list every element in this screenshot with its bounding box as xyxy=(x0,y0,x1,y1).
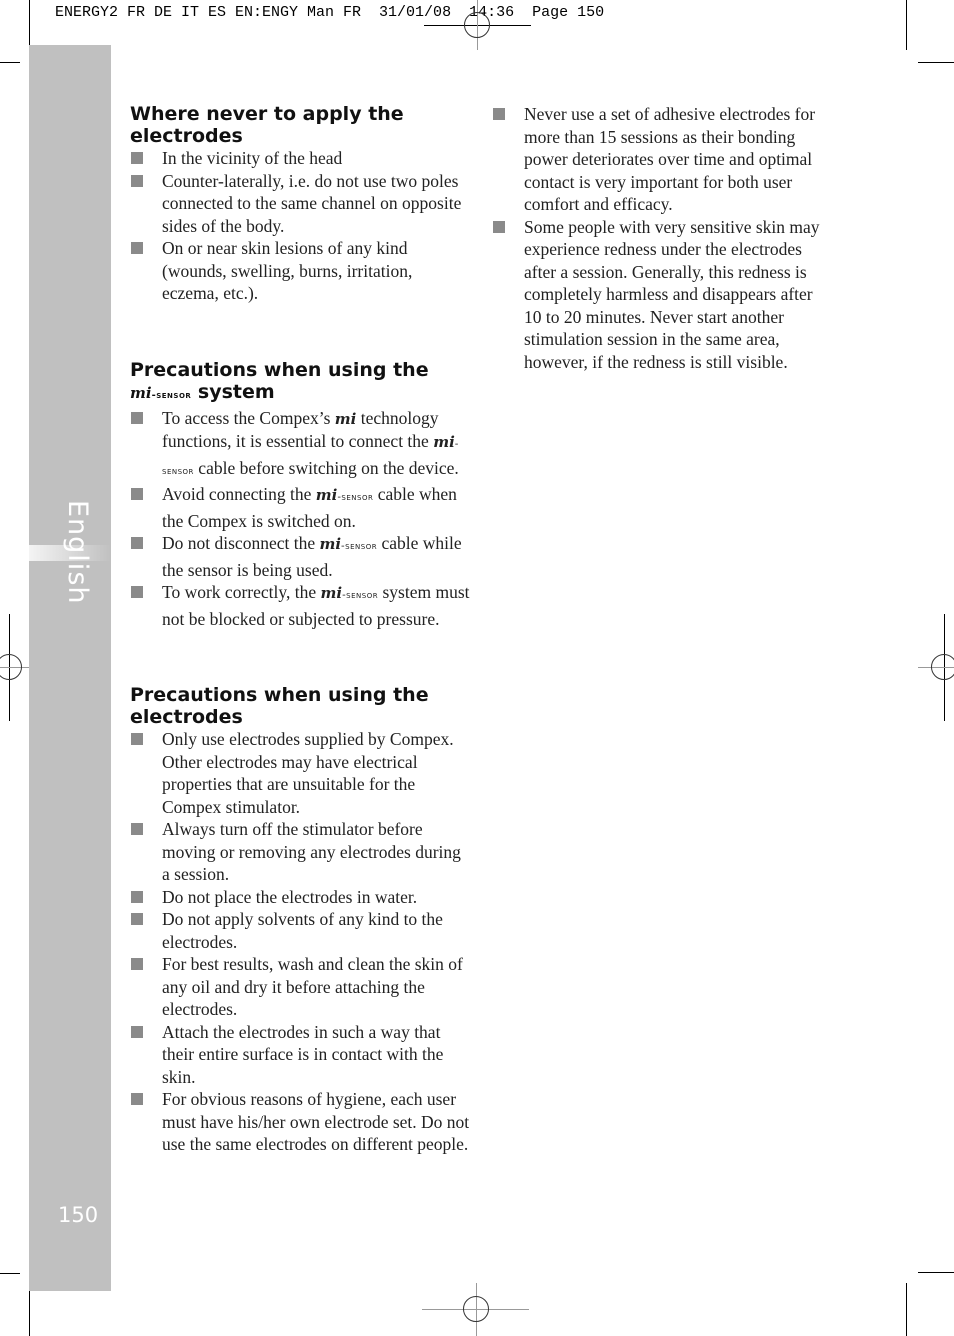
language-tab-label: English xyxy=(62,500,93,605)
square-bullet-icon xyxy=(131,733,143,745)
list-item: Some people with very sensitive skin may… xyxy=(492,216,832,374)
mi-logo: mi xyxy=(130,383,152,402)
registration-mark xyxy=(931,654,954,680)
square-bullet-icon xyxy=(131,823,143,835)
heading-line: Precautions when using the xyxy=(130,684,429,706)
section-electrode-precautions: Precautions when using the electrodes On… xyxy=(130,684,470,1156)
sensor-logo-text: -sensor xyxy=(342,590,379,601)
square-bullet-icon xyxy=(493,220,505,233)
sensor-logo-text: -sensor xyxy=(337,492,374,503)
crop-mark xyxy=(0,62,20,63)
crop-mark xyxy=(0,1273,20,1274)
square-bullet-icon xyxy=(131,174,143,187)
list-item: Never use a set of adhesive electrodes f… xyxy=(492,103,832,216)
heading-line: electrodes xyxy=(130,706,243,728)
heading-line: Where never to apply the xyxy=(130,103,404,125)
list-item: Only use electrodes supplied by Compex. … xyxy=(130,728,470,818)
bullet-list: Never use a set of adhesive electrodes f… xyxy=(492,103,832,373)
list-item: Avoid connecting the mi-sensor cable whe… xyxy=(130,483,470,532)
list-item-text: Always turn off the stimulator before mo… xyxy=(162,819,461,884)
list-item: For best results, wash and clean the ski… xyxy=(130,953,470,1021)
crop-mark xyxy=(906,1283,907,1336)
print-slug-line: ENERGY2 FR DE IT ES EN:ENGY Man FR 31/01… xyxy=(55,4,605,21)
square-bullet-icon xyxy=(131,913,143,925)
list-item-text: To access the Compex’s xyxy=(162,407,335,428)
heading-line: electrodes xyxy=(130,125,243,147)
page-number: 150 xyxy=(58,1203,99,1227)
list-item-text: Only use electrodes supplied by Compex. … xyxy=(162,729,454,817)
list-item: Do not place the electrodes in water. xyxy=(130,886,470,909)
crop-mark xyxy=(918,62,954,63)
list-item: Counter-laterally, i.e. do not use two p… xyxy=(130,170,470,238)
bullet-list: Only use electrodes supplied by Compex. … xyxy=(130,728,470,1156)
section-heading: Precautions when using the electrodes xyxy=(130,684,470,728)
list-item-text: cable before switching on the device. xyxy=(193,457,459,478)
list-item-text: Counter-laterally, i.e. do not use two p… xyxy=(162,170,462,236)
right-column: Never use a set of adhesive electrodes f… xyxy=(492,103,832,373)
list-item-text: To work correctly, the xyxy=(162,582,321,602)
mi-logo: mi xyxy=(315,486,338,504)
crop-mark xyxy=(906,0,907,50)
list-item: Do not apply solvents of any kind to the… xyxy=(130,908,470,953)
square-bullet-icon xyxy=(131,152,143,164)
crop-mark xyxy=(918,1272,954,1273)
section-where-never-to-apply: Where never to apply the electrodes In t… xyxy=(130,103,470,305)
section-heading: Precautions when using the mi-sensor sys… xyxy=(130,359,470,407)
list-item-text: For obvious reasons of hygiene, each use… xyxy=(162,1089,470,1154)
bullet-list: In the vicinity of the head Counter-late… xyxy=(130,147,470,305)
list-item-text: Attach the electrodes in such a way that… xyxy=(162,1021,444,1087)
bullet-list: To access the Compex’s mi technology fun… xyxy=(130,407,470,631)
section-heading: Where never to apply the electrodes xyxy=(130,103,470,147)
sensor-logo-text: -sensor xyxy=(341,541,378,552)
list-item: To access the Compex’s mi technology fun… xyxy=(130,407,470,484)
left-column: Where never to apply the electrodes In t… xyxy=(130,103,470,1156)
square-bullet-icon xyxy=(493,108,505,120)
mi-logo: mi xyxy=(334,409,357,428)
list-item: Attach the electrodes in such a way that… xyxy=(130,1021,470,1089)
mi-logo: mi xyxy=(319,535,342,553)
mi-logo: mi xyxy=(433,433,455,451)
list-item: On or near skin lesions of any kind (wou… xyxy=(130,237,470,305)
list-item-text: On or near skin lesions of any kind (wou… xyxy=(162,238,413,303)
square-bullet-icon xyxy=(131,488,143,500)
list-item-text: Do not place the electrodes in water. xyxy=(162,886,418,907)
crop-mark xyxy=(29,0,30,50)
heading-line: Precautions when using the xyxy=(130,358,429,381)
list-item: Always turn off the stimulator before mo… xyxy=(130,818,470,886)
list-item-text: Never use a set of adhesive electrodes f… xyxy=(524,104,816,214)
square-bullet-icon xyxy=(131,586,143,598)
list-item-text: Do not apply solvents of any kind to the… xyxy=(162,909,443,952)
section-mi-sensor-precautions: Precautions when using the mi-sensor sys… xyxy=(130,359,470,631)
registration-mark xyxy=(464,12,490,38)
square-bullet-icon xyxy=(131,242,143,254)
square-bullet-icon xyxy=(131,411,143,424)
list-item: Do not disconnect the mi-sensor cable wh… xyxy=(130,532,470,581)
heading-line: system xyxy=(191,380,275,403)
square-bullet-icon xyxy=(131,1093,143,1105)
square-bullet-icon xyxy=(131,890,143,903)
list-item: In the vicinity of the head xyxy=(130,147,470,170)
list-item: To work correctly, the mi-sensor system … xyxy=(130,581,470,630)
list-item-text: Some people with very sensitive skin may… xyxy=(524,216,820,372)
mi-logo: mi xyxy=(320,584,343,602)
list-item-text: Do not disconnect the xyxy=(162,533,320,553)
square-bullet-icon xyxy=(131,958,143,970)
list-item: For obvious reasons of hygiene, each use… xyxy=(130,1088,470,1156)
list-item-text: Avoid connecting the xyxy=(162,484,316,504)
square-bullet-icon xyxy=(131,1025,143,1038)
list-item-text: In the vicinity of the head xyxy=(162,148,343,168)
registration-mark xyxy=(463,1296,489,1322)
square-bullet-icon xyxy=(131,537,143,549)
sensor-logo-text: -sensor xyxy=(151,389,192,401)
registration-mark xyxy=(0,654,22,680)
list-item-text: For best results, wash and clean the ski… xyxy=(162,954,463,1019)
language-sidebar xyxy=(29,45,111,1291)
